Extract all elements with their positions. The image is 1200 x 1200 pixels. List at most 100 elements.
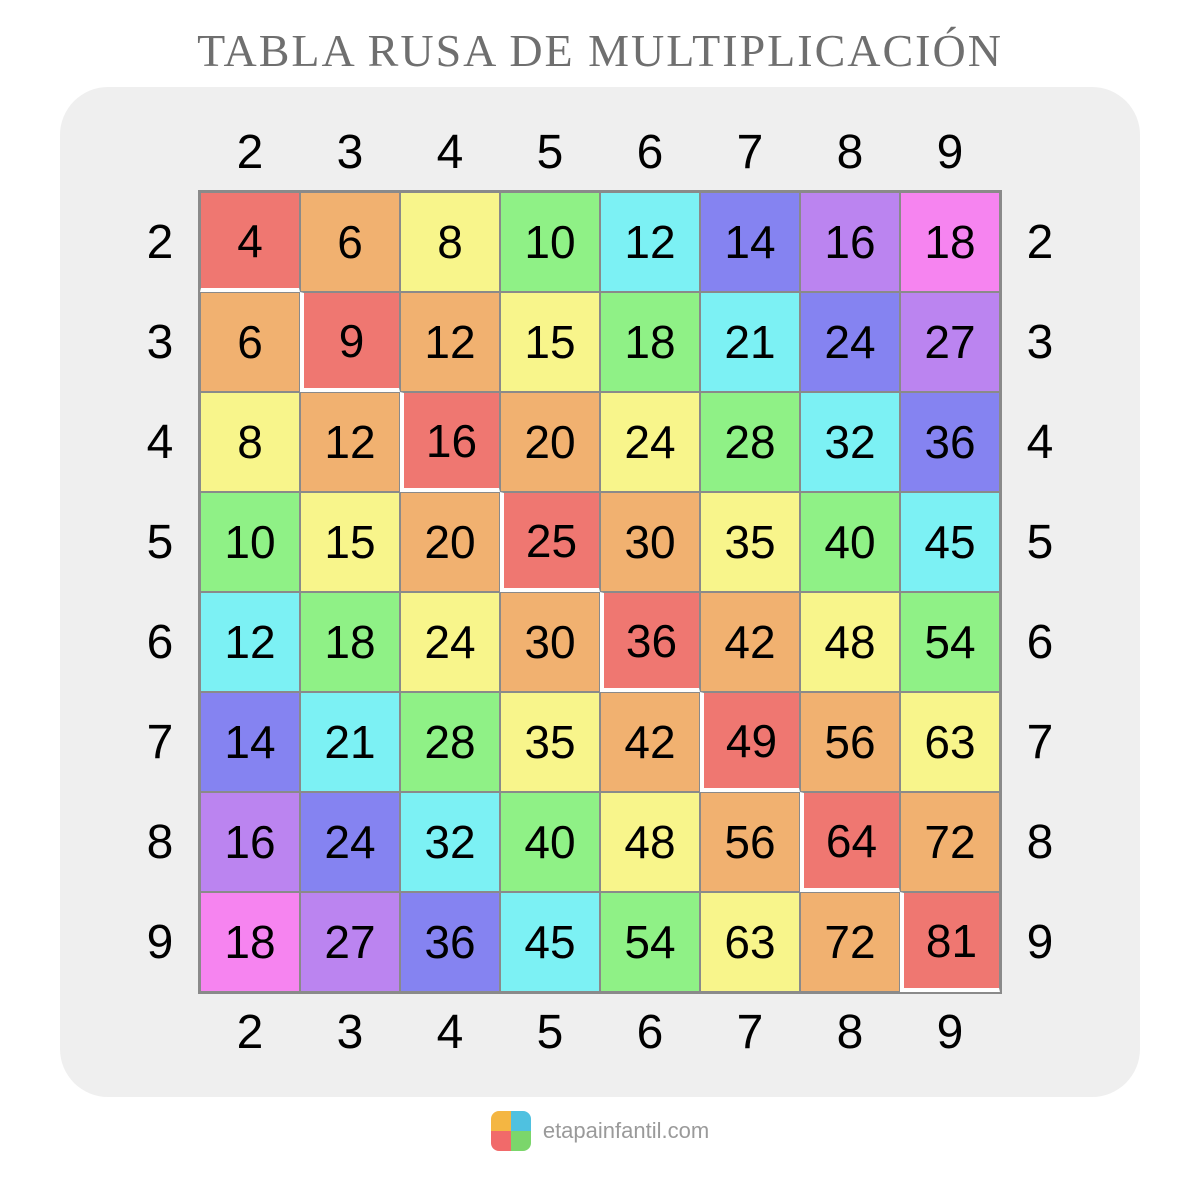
table-cell: 32 (400, 792, 500, 892)
col-header: 4 (437, 125, 464, 180)
row-header: 9 (147, 915, 174, 970)
col-header: 7 (737, 125, 764, 180)
table-cell: 18 (200, 892, 300, 992)
table-cell: 56 (700, 792, 800, 892)
logo-icon (491, 1111, 531, 1151)
table-cell: 63 (700, 892, 800, 992)
table-cell: 42 (600, 692, 700, 792)
table-cell: 48 (600, 792, 700, 892)
table-cell: 27 (300, 892, 400, 992)
table-cell: 35 (700, 492, 800, 592)
row-header: 8 (147, 815, 174, 870)
table-cell: 30 (500, 592, 600, 692)
col-footer: 3 (337, 1005, 364, 1060)
table-cell: 45 (500, 892, 600, 992)
table-panel: 2 3 4 5 6 7 8 9 2 3 4 5 6 7 8 9 2 3 4 5 … (60, 87, 1140, 1097)
table-cell: 40 (800, 492, 900, 592)
col-footer: 7 (737, 1005, 764, 1060)
col-header: 9 (937, 125, 964, 180)
col-header: 8 (837, 125, 864, 180)
row-header-right: 5 (1027, 515, 1054, 570)
table-cell: 20 (500, 392, 600, 492)
table-cell: 8 (200, 392, 300, 492)
table-cell: 16 (200, 792, 300, 892)
row-header-right: 9 (1027, 915, 1054, 970)
table-cell: 28 (400, 692, 500, 792)
table-cell: 45 (900, 492, 1000, 592)
table-cell: 24 (600, 392, 700, 492)
table-cell: 54 (600, 892, 700, 992)
table-cell: 48 (800, 592, 900, 692)
table-cell: 42 (700, 592, 800, 692)
table-cell: 18 (600, 292, 700, 392)
table-cell: 28 (700, 392, 800, 492)
page-title: TABLA RUSA DE MULTIPLICACIÓN (197, 24, 1003, 77)
col-footer: 8 (837, 1005, 864, 1060)
col-footer: 2 (237, 1005, 264, 1060)
col-header: 6 (637, 125, 664, 180)
col-footer: 9 (937, 1005, 964, 1060)
table-cell: 10 (500, 192, 600, 292)
table-cell: 15 (500, 292, 600, 392)
table-cell: 36 (600, 592, 700, 692)
row-header: 7 (147, 715, 174, 770)
row-header-right: 2 (1027, 215, 1054, 270)
row-header-right: 3 (1027, 315, 1054, 370)
row-header: 6 (147, 615, 174, 670)
table-cell: 40 (500, 792, 600, 892)
table-cell: 16 (400, 392, 500, 492)
table-cell: 18 (300, 592, 400, 692)
table-cell: 14 (200, 692, 300, 792)
table-cell: 10 (200, 492, 300, 592)
table-cell: 4 (200, 192, 300, 292)
table-cell: 9 (300, 292, 400, 392)
table-cell: 24 (800, 292, 900, 392)
row-header: 2 (147, 215, 174, 270)
table-cell: 12 (600, 192, 700, 292)
footer: etapainfantil.com (491, 1111, 709, 1151)
table-cell: 21 (300, 692, 400, 792)
table-cell: 24 (400, 592, 500, 692)
col-header: 2 (237, 125, 264, 180)
table-cell: 36 (400, 892, 500, 992)
table-cell: 14 (700, 192, 800, 292)
table-cell: 56 (800, 692, 900, 792)
table-cell: 25 (500, 492, 600, 592)
row-header-right: 6 (1027, 615, 1054, 670)
multiplication-grid: 2 3 4 5 6 7 8 9 2 3 4 5 6 7 8 9 2 3 4 5 … (120, 112, 1080, 1072)
table-cell: 12 (400, 292, 500, 392)
row-header: 3 (147, 315, 174, 370)
col-footer: 6 (637, 1005, 664, 1060)
table-cell: 8 (400, 192, 500, 292)
table-cell: 72 (900, 792, 1000, 892)
table-cell: 27 (900, 292, 1000, 392)
row-header-right: 7 (1027, 715, 1054, 770)
table-cell: 12 (300, 392, 400, 492)
row-header: 4 (147, 415, 174, 470)
table-cell: 30 (600, 492, 700, 592)
table-cell: 21 (700, 292, 800, 392)
table-cell: 54 (900, 592, 1000, 692)
table-cell: 36 (900, 392, 1000, 492)
table-cell: 16 (800, 192, 900, 292)
table-cell: 12 (200, 592, 300, 692)
grid-inner: 4681012141618691215182124278121620242832… (198, 190, 1002, 994)
footer-text: etapainfantil.com (543, 1118, 709, 1144)
table-cell: 6 (300, 192, 400, 292)
table-cell: 35 (500, 692, 600, 792)
table-cell: 49 (700, 692, 800, 792)
col-footer: 5 (537, 1005, 564, 1060)
table-cell: 72 (800, 892, 900, 992)
row-header-right: 8 (1027, 815, 1054, 870)
table-cell: 32 (800, 392, 900, 492)
table-cell: 81 (900, 892, 1000, 992)
row-header: 5 (147, 515, 174, 570)
table-cell: 64 (800, 792, 900, 892)
table-cell: 24 (300, 792, 400, 892)
table-cell: 18 (900, 192, 1000, 292)
table-cell: 20 (400, 492, 500, 592)
col-header: 3 (337, 125, 364, 180)
table-cell: 15 (300, 492, 400, 592)
col-header: 5 (537, 125, 564, 180)
table-cell: 63 (900, 692, 1000, 792)
